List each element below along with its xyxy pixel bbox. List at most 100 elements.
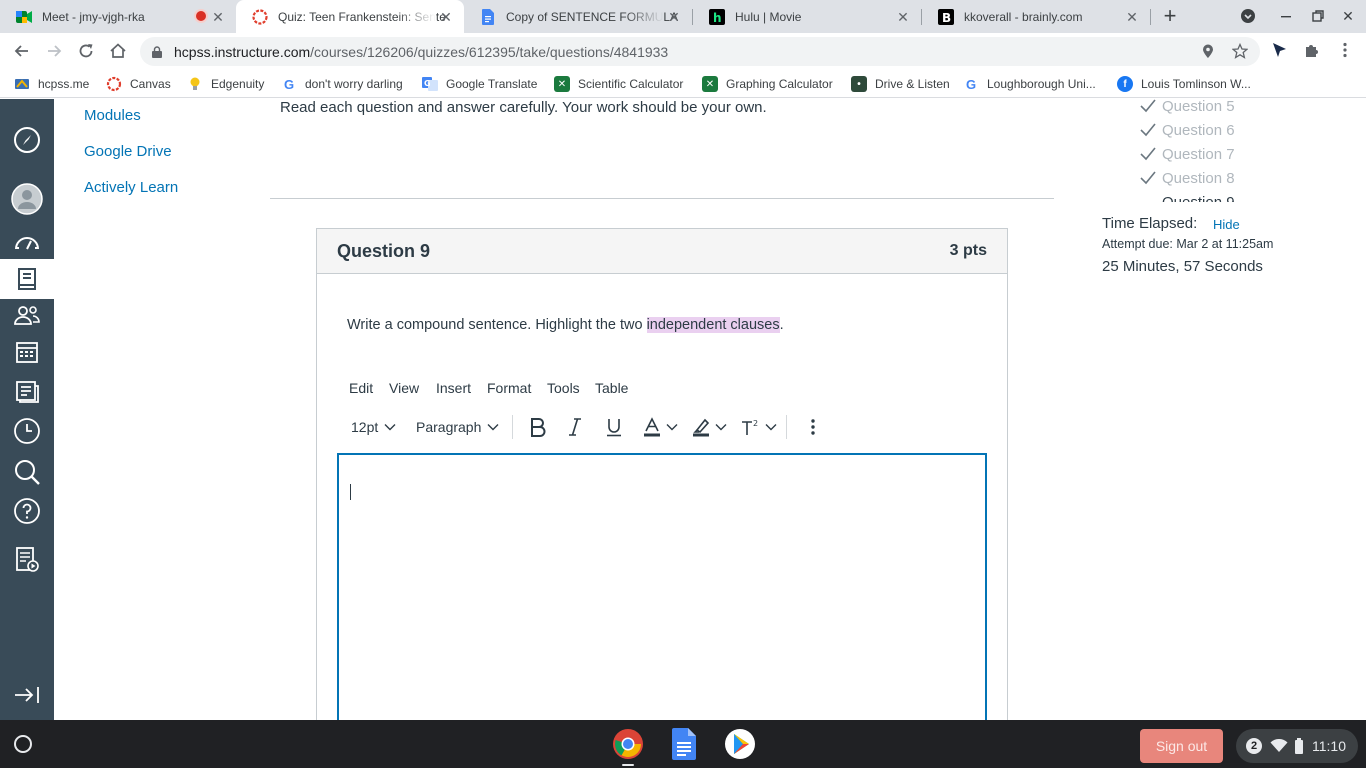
more-options-button[interactable] bbox=[807, 416, 819, 438]
google-docs-icon bbox=[480, 8, 496, 25]
global-nav-studio[interactable] bbox=[0, 540, 54, 580]
bookmark-louis-tomlinson[interactable]: f Louis Tomlinson W... bbox=[1117, 76, 1251, 92]
global-nav-inbox[interactable] bbox=[0, 372, 54, 412]
chevron-down-icon bbox=[384, 424, 396, 431]
bookmark-canvas[interactable]: Canvas bbox=[106, 76, 171, 92]
running-indicator bbox=[622, 764, 634, 766]
global-nav-history[interactable] bbox=[0, 411, 54, 451]
tab-title: kkoverall - brainly.com bbox=[964, 9, 1083, 24]
question-link-label: Question 5 bbox=[1162, 97, 1235, 115]
course-nav-google-drive[interactable]: Google Drive bbox=[84, 143, 172, 160]
reload-icon[interactable] bbox=[76, 41, 96, 61]
address-bar[interactable]: hcpss.instructure.com/courses/126206/qui… bbox=[140, 37, 1260, 66]
italic-button[interactable] bbox=[568, 416, 582, 438]
global-nav-courses[interactable] bbox=[0, 259, 54, 299]
location-icon[interactable] bbox=[1200, 43, 1216, 59]
text-color-button[interactable] bbox=[644, 416, 678, 438]
question-link-7[interactable]: Question 7 bbox=[1140, 144, 1235, 164]
bookmark-label: Google Translate bbox=[446, 77, 538, 91]
sign-out-button[interactable]: Sign out bbox=[1140, 729, 1223, 763]
bookmark-graphing-calculator[interactable]: ✕ Graphing Calculator bbox=[702, 76, 833, 92]
bookmark-label: Drive & Listen bbox=[875, 77, 950, 91]
underline-button[interactable] bbox=[606, 416, 622, 438]
status-tray[interactable]: 2 11:10 bbox=[1236, 729, 1358, 763]
bookmark-google-translate[interactable]: G Google Translate bbox=[422, 76, 537, 92]
bookmark-drive-listen[interactable]: • Drive & Listen bbox=[851, 76, 950, 92]
editor-menu-view[interactable]: View bbox=[389, 380, 419, 396]
tab-search-icon[interactable] bbox=[1240, 8, 1256, 24]
launcher-icon[interactable] bbox=[14, 735, 32, 753]
tab-quiz[interactable]: Quiz: Teen Frankenstein: Sente ✕ bbox=[236, 0, 464, 33]
close-tab-icon[interactable]: ✕ bbox=[438, 9, 454, 25]
question-link-label: Question 6 bbox=[1162, 121, 1235, 139]
url-host: hcpss.instructure.com bbox=[174, 44, 311, 60]
tab-title: Hulu | Movie bbox=[735, 9, 802, 24]
course-nav-modules[interactable]: Modules bbox=[84, 107, 141, 124]
question-header: Question 9 3 pts bbox=[317, 229, 1007, 274]
question-link-9[interactable]: Question 9 bbox=[1140, 192, 1235, 203]
question-link-label: Question 7 bbox=[1162, 145, 1235, 163]
tab-docs[interactable]: Copy of SENTENCE FORMULA ✕ bbox=[464, 0, 692, 33]
bold-button[interactable] bbox=[529, 416, 547, 438]
global-nav-groups[interactable] bbox=[0, 295, 54, 335]
forward-icon[interactable] bbox=[44, 41, 64, 61]
close-window-icon[interactable]: ✕ bbox=[1340, 8, 1356, 24]
restore-icon[interactable] bbox=[1310, 8, 1326, 24]
close-tab-icon[interactable]: ✕ bbox=[895, 9, 911, 25]
svg-text:B: B bbox=[942, 11, 951, 25]
editor-menu-insert[interactable]: Insert bbox=[436, 380, 471, 396]
play-store-app-icon[interactable] bbox=[724, 728, 756, 760]
editor-menu-table[interactable]: Table bbox=[595, 380, 628, 396]
bookmark-scientific-calculator[interactable]: ✕ Scientific Calculator bbox=[554, 76, 683, 92]
question-link-6[interactable]: Question 6 bbox=[1140, 120, 1235, 140]
close-tab-icon[interactable]: ✕ bbox=[1124, 9, 1140, 25]
question-link-8[interactable]: Question 8 bbox=[1140, 168, 1235, 188]
home-icon[interactable] bbox=[108, 41, 128, 61]
back-icon[interactable] bbox=[12, 41, 32, 61]
bookmark-loughborough[interactable]: G Loughborough Uni... bbox=[963, 76, 1096, 92]
cursor-extension-icon[interactable] bbox=[1270, 41, 1288, 59]
quiz-instructions: Read each question and answer carefully.… bbox=[280, 99, 767, 116]
course-nav-actively-learn[interactable]: Actively Learn bbox=[84, 179, 178, 196]
italic-icon bbox=[569, 418, 581, 436]
bookmark-star-icon[interactable] bbox=[1231, 42, 1249, 59]
highlight-color-button[interactable] bbox=[693, 416, 727, 438]
close-tab-icon[interactable]: ✕ bbox=[666, 9, 682, 25]
collapse-nav-button[interactable] bbox=[0, 675, 54, 715]
more-vertical-icon bbox=[811, 419, 815, 435]
bookmark-dont-worry-darling[interactable]: G don't worry darling bbox=[281, 76, 403, 92]
answer-editor[interactable] bbox=[337, 453, 987, 723]
tab-meet[interactable]: Meet - jmy-vjgh-rka ✕ bbox=[0, 0, 236, 33]
bookmark-hcpss[interactable]: hcpss.me bbox=[14, 76, 89, 92]
global-nav-help[interactable] bbox=[0, 491, 54, 531]
tab-hulu[interactable]: h Hulu | Movie ✕ bbox=[693, 0, 921, 33]
global-nav-search[interactable] bbox=[0, 452, 54, 492]
global-nav-calendar[interactable] bbox=[0, 332, 54, 372]
global-nav-account[interactable] bbox=[0, 179, 54, 219]
google-docs-app-icon[interactable] bbox=[668, 728, 700, 760]
hide-timer-link[interactable]: Hide bbox=[1213, 217, 1240, 232]
clock-text: 11:10 bbox=[1312, 738, 1346, 754]
extensions-puzzle-icon[interactable] bbox=[1303, 41, 1321, 59]
editor-menu-format[interactable]: Format bbox=[487, 380, 531, 396]
lock-icon[interactable] bbox=[152, 45, 162, 63]
question-link-9-clip: Question 9 bbox=[1140, 192, 1260, 203]
battery-icon bbox=[1295, 738, 1303, 754]
url-path: /courses/126206/quizzes/612395/take/ques… bbox=[310, 44, 669, 60]
tab-brainly[interactable]: B kkoverall - brainly.com ✕ bbox=[922, 0, 1150, 33]
editor-menu-edit[interactable]: Edit bbox=[349, 380, 373, 396]
global-nav-dashboard[interactable] bbox=[0, 222, 54, 262]
google-icon: G bbox=[965, 76, 977, 92]
global-nav-dashboard-logo[interactable] bbox=[0, 120, 54, 160]
menu-kebab-icon[interactable] bbox=[1336, 41, 1354, 59]
minimize-icon[interactable] bbox=[1278, 8, 1294, 24]
chrome-app-icon[interactable] bbox=[612, 728, 644, 760]
bookmark-edgenuity[interactable]: Edgenuity bbox=[187, 76, 264, 92]
question-link-5[interactable]: Question 5 bbox=[1140, 96, 1235, 116]
block-format-dropdown[interactable]: Paragraph bbox=[416, 416, 499, 438]
new-tab-button[interactable]: + bbox=[1160, 5, 1180, 27]
close-tab-icon[interactable]: ✕ bbox=[210, 9, 226, 25]
superscript-button[interactable]: 2 bbox=[741, 416, 777, 438]
editor-menu-tools[interactable]: Tools bbox=[547, 380, 580, 396]
font-size-dropdown[interactable]: 12pt bbox=[351, 416, 396, 438]
